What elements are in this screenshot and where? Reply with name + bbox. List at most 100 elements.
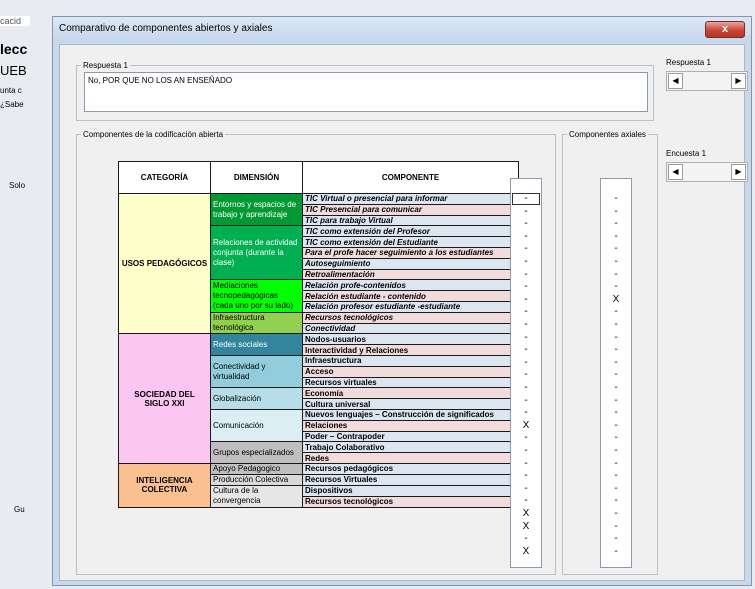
open-value: -	[524, 344, 528, 356]
background-text: ¿Sabe	[0, 100, 24, 109]
respuesta-scrollbar[interactable]: ◀ ▶	[666, 71, 748, 91]
scroll-left-icon[interactable]: ◀	[668, 73, 683, 89]
respuesta-textbox[interactable]: No, POR QUE NO LOS AN ENSEÑADO	[84, 72, 648, 112]
component-cell: Para el profe hacer seguimiento a los es…	[302, 246, 519, 259]
axial-value: -	[614, 193, 618, 204]
close-button[interactable]: x	[705, 21, 745, 38]
axial-value: -	[614, 243, 618, 255]
open-value: -	[524, 356, 528, 368]
dialog-client-area: Respuesta 1 No, POR QUE NO LOS AN ENSEÑA…	[59, 44, 748, 581]
open-value: -	[524, 369, 528, 381]
component-cell: TIC Presencial para comunicar	[302, 203, 519, 216]
axial-value: -	[614, 445, 618, 456]
component-cell: Recursos tecnológicos	[302, 311, 519, 324]
component-cell: Relaciones	[302, 419, 519, 432]
open-value: -	[524, 281, 528, 293]
table-row: USOS PEDAGÓGICOS Entornos y espacios de t…	[118, 192, 519, 335]
dimension-cell: Entornos y espacios de trabajo y aprendi…	[210, 192, 303, 227]
open-value: -	[524, 319, 528, 330]
dimension-cell: Mediaciones tecnopedagógicas (cada uno p…	[210, 279, 303, 313]
open-value: X	[522, 545, 530, 557]
axial-value: X	[612, 293, 620, 305]
axial-value: -	[614, 407, 618, 419]
dimension-cell: Redes sociales	[210, 333, 303, 356]
component-cell: Relación estudiante - contenido	[302, 290, 519, 302]
open-value: -	[524, 407, 528, 419]
open-value: -	[524, 293, 528, 305]
category-cell: USOS PEDAGÓGICOS	[118, 192, 211, 335]
components-table: CATEGORÍA DIMENSIÓN COMPONENTE USOS PEDA…	[118, 161, 519, 508]
axial-value: -	[614, 508, 618, 519]
component-cell: TIC para trabajo Virtual	[302, 214, 519, 227]
axial-value: -	[614, 369, 618, 381]
open-value: X	[522, 520, 530, 532]
axial-value: -	[614, 495, 618, 507]
component-cell: Cultura universal	[302, 398, 519, 410]
background-text: UEB	[0, 63, 27, 78]
selected-item-frame	[512, 193, 540, 205]
axial-value: -	[614, 344, 618, 356]
open-value: -	[524, 218, 528, 230]
component-cell: Recursos tecnológicos	[302, 495, 519, 508]
dimension-cell: Grupos especializados	[210, 441, 303, 464]
component-cell: Interactividad y Relaciones	[302, 344, 519, 356]
dimension-cell: Producción Colectiva	[210, 473, 303, 486]
open-value: -	[524, 331, 528, 343]
scroll-right-icon[interactable]: ▶	[731, 164, 746, 180]
axial-value: -	[614, 268, 618, 280]
open-value: -	[524, 205, 528, 217]
dialog-title: Comparativo de componentes abiertos y ax…	[59, 23, 273, 34]
axial-value: -	[614, 432, 618, 444]
table-row: SOCIEDAD DEL SIGLO XXI Redes sociales Nodo…	[118, 333, 519, 464]
open-value: -	[524, 495, 528, 507]
axial-value: -	[614, 482, 618, 494]
header-componente: COMPONENTE	[302, 161, 519, 194]
dimension-cell: Relaciones de actividad conjunta (durant…	[210, 225, 303, 281]
component-cell: Redes	[302, 452, 519, 464]
dimension-cell: Conectividad y virtualidad	[210, 354, 303, 389]
header-dimension: DIMENSIÓN	[210, 161, 303, 194]
category-cell: INTELIGENCIA COLECTIVA	[118, 462, 211, 508]
open-value: -	[524, 457, 528, 469]
component-cell: Acceso	[302, 365, 519, 378]
component-cell: TIC como extensión del Estudiante	[302, 236, 519, 248]
open-value: -	[524, 432, 528, 444]
abiertos-group-label: Componentes de la codificación abierta	[83, 130, 224, 139]
component-cell: Relación profesor estudiante -estudiante	[302, 300, 519, 313]
scroll-left-icon[interactable]: ◀	[668, 164, 683, 180]
open-value: -	[524, 230, 528, 242]
background-text: Gu	[14, 505, 25, 514]
axial-value: -	[614, 218, 618, 230]
background-text: lecc	[0, 41, 28, 57]
dimension-cell: Cultura de la convergencia	[210, 484, 303, 508]
axial-value: -	[614, 457, 618, 469]
component-cell: Retroalimentación	[302, 268, 519, 281]
component-cell: Poder – Contrapoder	[302, 430, 519, 443]
respuesta-group-label: Respuesta 1	[83, 61, 128, 70]
axiales-group-label: Componentes axiales	[569, 130, 646, 139]
open-value: -	[524, 394, 528, 406]
comparison-dialog: Comparativo de componentes abiertos y ax…	[52, 16, 752, 586]
title-bar[interactable]: Comparativo de componentes abiertos y ax…	[53, 17, 751, 43]
component-cell: Autoseguimiento	[302, 257, 519, 270]
component-cell: Recursos virtuales	[302, 376, 519, 389]
background-text: cacid	[0, 16, 30, 26]
component-cell: TIC como extensión del Profesor	[302, 225, 519, 238]
open-value: -	[524, 533, 528, 545]
open-value: X	[522, 419, 530, 431]
axial-value: -	[614, 205, 618, 217]
axial-value: -	[614, 394, 618, 406]
component-cell: Recursos pedagógicos	[302, 462, 519, 475]
open-value: -	[524, 470, 528, 482]
dimension-cell: Infraestructura tecnológica	[210, 311, 303, 335]
component-cell: Infraestructura	[302, 354, 519, 367]
respuesta-scroll-label: Respuesta 1	[666, 58, 711, 67]
category-cell: SOCIEDAD DEL SIGLO XXI	[118, 333, 211, 464]
encuesta-scrollbar[interactable]: ◀ ▶	[666, 162, 748, 182]
component-cell: Nodos-usuarios	[302, 333, 519, 346]
component-cell: Recursos Virtuales	[302, 473, 519, 486]
open-value: -	[524, 482, 528, 494]
axial-value: -	[614, 356, 618, 368]
scroll-right-icon[interactable]: ▶	[731, 73, 746, 89]
encuesta-scroll-label: Encuesta 1	[666, 149, 707, 158]
